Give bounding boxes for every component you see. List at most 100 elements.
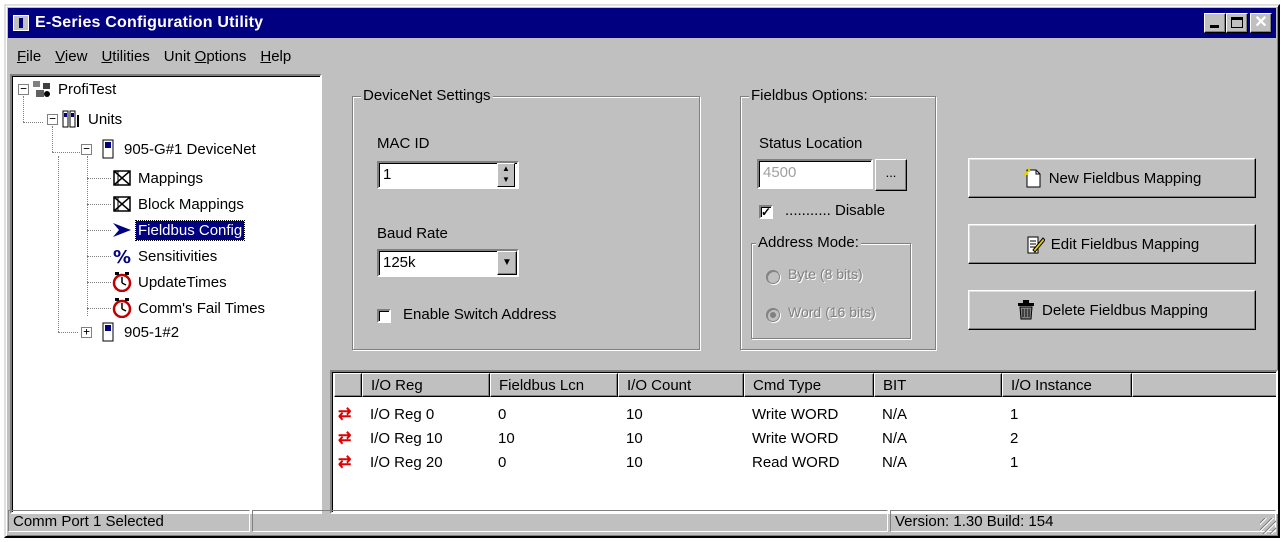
spin-down-icon[interactable]: ▼ bbox=[498, 175, 514, 186]
mapping-table[interactable]: I/O Reg Fieldbus Lcn I/O Count Cmd Type … bbox=[330, 370, 1278, 514]
table-header: I/O Reg Fieldbus Lcn I/O Count Cmd Type … bbox=[334, 373, 1276, 397]
tree-root-label: ProfiTest bbox=[58, 80, 117, 98]
word-radio-label: Word (16 bits) bbox=[788, 304, 876, 320]
collapse-units-toggle[interactable]: − bbox=[47, 113, 58, 125]
byte-radio[interactable] bbox=[766, 270, 780, 284]
tree-item-fieldbus-config-label: Fieldbus Config bbox=[134, 219, 246, 241]
tree-item-update-times[interactable]: UpdateTimes bbox=[112, 271, 229, 293]
status-version: Version: 1.30 Build: 154 bbox=[890, 510, 1276, 532]
arrow-right-icon bbox=[112, 220, 132, 240]
column-cmd-type[interactable]: Cmd Type bbox=[744, 373, 874, 397]
word-radio[interactable] bbox=[766, 308, 780, 322]
cell-fieldbus-lcn: 10 bbox=[498, 429, 515, 447]
unit-icon bbox=[98, 322, 118, 342]
cell-bit: N/A bbox=[882, 429, 908, 447]
cell-io-reg: I/O Reg 10 bbox=[370, 429, 443, 447]
window-controls: ✕ bbox=[1204, 13, 1272, 33]
column-io-count[interactable]: I/O Count bbox=[618, 373, 744, 397]
column-io-reg[interactable]: I/O Reg bbox=[362, 373, 490, 397]
menu-view[interactable]: View bbox=[48, 48, 94, 65]
minimize-button[interactable] bbox=[1204, 13, 1226, 33]
new-fieldbus-mapping-label: New Fieldbus Mapping bbox=[1048, 169, 1202, 187]
tree-item-mappings-label: Mappings bbox=[138, 169, 204, 187]
menu-file[interactable]: File bbox=[10, 48, 48, 65]
cell-bit: N/A bbox=[882, 453, 908, 471]
tree-item-fieldbus-config[interactable]: Fieldbus Config bbox=[112, 219, 246, 241]
mac-id-value: 1 bbox=[383, 166, 392, 183]
cell-io-reg: I/O Reg 20 bbox=[370, 453, 443, 471]
table-row[interactable]: ⇄ I/O Reg 0 0 10 Write WORD N/A 1 bbox=[334, 402, 1132, 426]
devicenet-settings-title: DeviceNet Settings bbox=[361, 87, 493, 104]
tree-item-update-times-label: UpdateTimes bbox=[138, 273, 227, 291]
delete-fieldbus-mapping-label: Delete Fieldbus Mapping bbox=[1042, 301, 1208, 319]
close-button[interactable]: ✕ bbox=[1250, 13, 1272, 33]
tree-units[interactable]: Units bbox=[62, 108, 124, 130]
disable-checkbox[interactable]: ✓ bbox=[759, 205, 773, 219]
expand-unit2-toggle[interactable]: + bbox=[81, 326, 92, 338]
spin-up-icon[interactable]: ▲ bbox=[498, 164, 514, 175]
menu-bar: File View Utilities Unit Options Help bbox=[8, 44, 1276, 68]
resize-grip-icon[interactable] bbox=[1260, 518, 1276, 534]
tree-item-sensitivities-label: Sensitivities bbox=[138, 247, 218, 265]
table-row[interactable]: ⇄ I/O Reg 10 10 10 Write WORD N/A 2 bbox=[334, 426, 1132, 450]
column-io-instance[interactable]: I/O Instance bbox=[1002, 373, 1132, 397]
baud-rate-dropdown-button[interactable]: ▼ bbox=[497, 251, 517, 275]
maximize-button[interactable] bbox=[1226, 13, 1248, 33]
address-mode-title: Address Mode: bbox=[756, 234, 861, 251]
clock-icon bbox=[112, 298, 132, 319]
edit-fieldbus-mapping-label: Edit Fieldbus Mapping bbox=[1050, 235, 1200, 253]
tree-units-label: Units bbox=[88, 110, 123, 128]
tree-item-mappings[interactable]: Mappings bbox=[112, 167, 205, 189]
new-document-icon bbox=[1022, 168, 1043, 188]
unit-tree[interactable]: − ProfiTest − Units − 905-G#1 DeviceNet bbox=[10, 74, 322, 514]
swap-arrows-icon: ⇄ bbox=[338, 430, 352, 447]
baud-rate-label: Baud Rate bbox=[377, 225, 448, 242]
tree-unit-2[interactable]: 905-1#2 bbox=[98, 321, 181, 343]
cell-fieldbus-lcn: 0 bbox=[498, 405, 507, 423]
tree-item-block-mappings-label: Block Mappings bbox=[138, 195, 244, 213]
byte-radio-label: Byte (8 bits) bbox=[788, 266, 863, 282]
title-bar[interactable]: E-Series Configuration Utility ✕ bbox=[8, 8, 1276, 38]
collapse-root-toggle[interactable]: − bbox=[18, 83, 29, 95]
cell-cmd-type: Write WORD bbox=[752, 405, 839, 423]
table-row[interactable]: ⇄ I/O Reg 20 0 10 Read WORD N/A 1 bbox=[334, 450, 1132, 474]
unit-icon bbox=[98, 139, 118, 159]
status-location-field[interactable]: 4500 bbox=[757, 159, 873, 189]
network-icon bbox=[32, 79, 52, 99]
column-bit[interactable]: BIT bbox=[874, 373, 1002, 397]
column-fieldbus-lcn[interactable]: Fieldbus Lcn bbox=[490, 373, 618, 397]
mac-id-spinner[interactable]: ▲ ▼ bbox=[497, 163, 515, 187]
tree-item-block-mappings[interactable]: Block Mappings bbox=[112, 193, 246, 215]
tree-item-sensitivities[interactable]: % Sensitivities bbox=[112, 245, 219, 268]
menu-help[interactable]: Help bbox=[253, 48, 298, 65]
block-mapping-icon bbox=[112, 194, 132, 214]
app-icon[interactable] bbox=[13, 15, 29, 31]
tree-item-comms-fail-times[interactable]: Comm's Fail Times bbox=[112, 297, 267, 319]
tree-unit-1[interactable]: 905-G#1 DeviceNet bbox=[98, 138, 258, 160]
delete-fieldbus-mapping-button[interactable]: Delete Fieldbus Mapping bbox=[968, 290, 1256, 330]
menu-unit-options[interactable]: Unit Options bbox=[157, 48, 254, 65]
cell-io-instance: 1 bbox=[1010, 453, 1019, 471]
minimize-icon bbox=[1210, 25, 1219, 28]
status-location-browse-button[interactable]: ... bbox=[875, 159, 907, 191]
checkmark-icon: ✓ bbox=[761, 205, 772, 219]
status-bar: Comm Port 1 Selected Version: 1.30 Build… bbox=[8, 510, 1276, 534]
fieldbus-options-title: Fieldbus Options: bbox=[749, 87, 870, 104]
menu-utilities[interactable]: Utilities bbox=[94, 48, 156, 65]
cell-io-instance: 2 bbox=[1010, 429, 1019, 447]
edit-fieldbus-mapping-button[interactable]: Edit Fieldbus Mapping bbox=[968, 224, 1256, 264]
collapse-unit1-toggle[interactable]: − bbox=[81, 143, 92, 155]
cell-io-count: 10 bbox=[626, 429, 643, 447]
enable-switch-address-checkbox[interactable] bbox=[377, 309, 391, 323]
percent-icon: % bbox=[112, 246, 132, 268]
table-header-icon[interactable] bbox=[334, 373, 362, 397]
trash-icon bbox=[1016, 300, 1036, 320]
chevron-down-icon: ▼ bbox=[502, 257, 512, 268]
tree-root[interactable]: ProfiTest bbox=[32, 78, 118, 100]
swap-arrows-icon: ⇄ bbox=[338, 454, 352, 471]
status-middle bbox=[252, 510, 888, 532]
baud-rate-value: 125k bbox=[383, 254, 416, 271]
fieldbus-options-group: Fieldbus Options: Status Location 4500 .… bbox=[740, 87, 936, 350]
new-fieldbus-mapping-button[interactable]: New Fieldbus Mapping bbox=[968, 158, 1256, 198]
enable-switch-address-label: Enable Switch Address bbox=[403, 306, 557, 323]
